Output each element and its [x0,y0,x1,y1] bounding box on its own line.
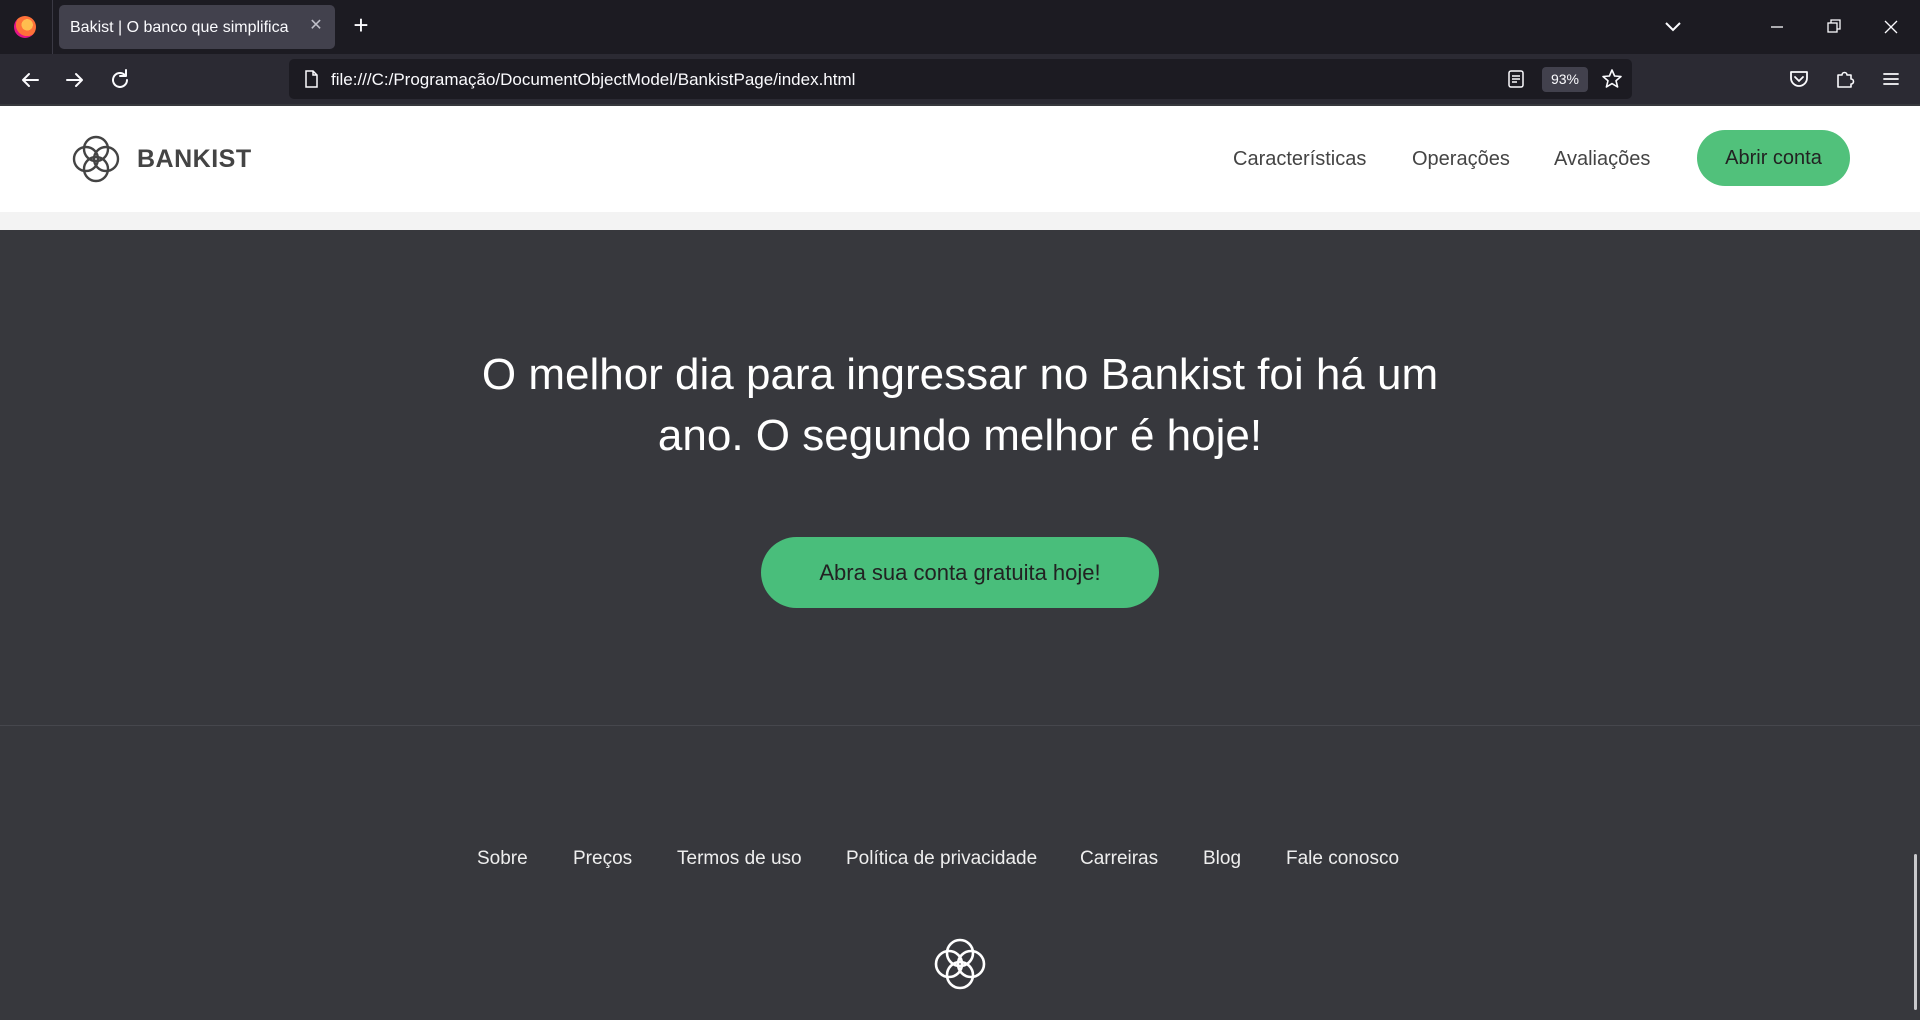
free-account-button[interactable]: Abra sua conta gratuita hoje! [761,537,1159,608]
extensions-puzzle-icon[interactable] [1832,66,1858,92]
tab-title: Bakist | O banco que simplifica [70,19,289,36]
nav-link-caracteristicas[interactable]: Características [1233,148,1366,171]
back-arrow-icon[interactable] [16,66,44,94]
footer-link-precos[interactable]: Preços [573,848,632,870]
bookmark-star-icon[interactable] [1600,67,1624,91]
browser-toolbar: file:///C:/Programação/DocumentObjectMod… [0,54,1920,104]
pocket-icon[interactable] [1786,66,1812,92]
reader-view-icon[interactable] [1505,68,1527,90]
browser-tab-bar: Bakist | O banco que simplifica ✕ + [0,0,1920,54]
list-all-tabs-icon[interactable] [1660,14,1686,40]
restore-icon[interactable] [1817,10,1851,44]
page-file-icon [305,70,318,88]
hamburger-menu-icon[interactable] [1878,66,1904,92]
footer-link-termos[interactable]: Termos de uso [677,848,802,870]
new-tab-icon[interactable]: + [347,11,375,39]
open-account-button[interactable]: Abrir conta [1697,130,1850,186]
nav-link-avaliacoes[interactable]: Avaliações [1554,148,1650,171]
firefox-icon[interactable] [14,16,36,38]
tab-close-icon[interactable]: ✕ [305,15,327,37]
nav-link-operacoes[interactable]: Operações [1412,148,1510,171]
footer-link-sobre[interactable]: Sobre [477,848,528,870]
zoom-level-badge[interactable]: 93% [1542,67,1588,92]
page-viewport: BANKIST Características Operações Avalia… [0,104,1920,1020]
browser-tab-active[interactable]: Bakist | O banco que simplifica ✕ [59,5,335,49]
footer-link-carreiras[interactable]: Carreiras [1080,848,1158,870]
logo-text: BANKIST [137,145,252,173]
footer-divider [0,725,1920,726]
signup-headline: O melhor dia para ingressar no Bankist f… [481,350,1439,460]
site-header: BANKIST Características Operações Avalia… [0,106,1920,212]
page-scrollbar[interactable] [1914,854,1917,1010]
tab-separator [52,0,53,54]
section-separator [0,212,1920,230]
reload-icon[interactable] [106,66,134,94]
footer-logo-icon [934,938,986,990]
minimize-icon[interactable] [1760,10,1794,44]
url-text[interactable]: file:///C:/Programação/DocumentObjectMod… [331,70,855,90]
forward-arrow-icon[interactable] [61,66,89,94]
close-window-icon[interactable] [1874,10,1908,44]
footer-link-privacidade[interactable]: Política de privacidade [846,848,1037,870]
bankist-logo-icon[interactable] [68,131,124,187]
footer-link-contato[interactable]: Fale conosco [1286,848,1399,870]
address-bar[interactable]: file:///C:/Programação/DocumentObjectMod… [289,59,1632,99]
footer-link-blog[interactable]: Blog [1203,848,1241,870]
